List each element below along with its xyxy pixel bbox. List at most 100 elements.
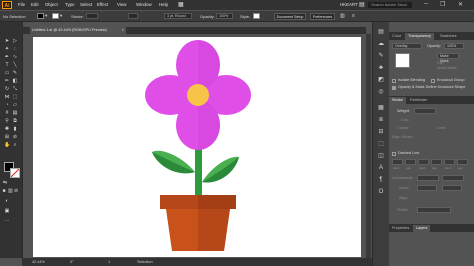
none-mode-icon[interactable]: ⊘ [14,188,18,194]
tab-layers[interactable]: Layers [413,225,431,232]
symbol-sprayer-icon[interactable]: ✺ [4,126,10,132]
lasso-icon[interactable]: ◌ [12,46,18,52]
graph-icon[interactable]: ▮ [12,126,18,132]
mesh-icon[interactable]: # [4,110,10,116]
menu-view[interactable]: View [117,2,126,7]
eraser-icon[interactable]: ◧ [12,78,18,84]
type-tool-icon[interactable]: T [4,62,10,68]
dashed-line-checkbox[interactable] [392,152,396,156]
gap-field-3[interactable] [457,159,468,165]
end-scale-field[interactable] [442,185,462,191]
stock-search-input[interactable]: Search Adobe Stock [368,2,412,8]
maximize-icon[interactable]: ❐ [440,1,445,8]
paintbrush-icon[interactable]: ✎ [12,70,18,76]
variable-width-dropdown[interactable] [128,13,138,19]
pen-tool-icon[interactable]: ✒ [4,54,10,60]
tab-color[interactable]: Color [389,33,404,40]
symbols-icon[interactable]: ♣ [376,64,386,72]
zoom-tool-icon[interactable]: ⌕ [12,142,18,148]
more-tools-icon[interactable]: ⋯ [4,218,10,224]
make-mask-button[interactable]: Make Mask [437,53,459,63]
menu-icon[interactable]: ≡ [352,13,355,19]
start-scale-field[interactable] [417,185,437,191]
end-arrowhead-dropdown[interactable] [442,175,464,181]
gradient-icon[interactable]: ▤ [12,110,18,116]
menu-window[interactable]: Window [136,2,152,7]
pathfinder-icon[interactable]: ◫ [376,152,386,160]
hand-tool-icon[interactable]: ✋ [4,142,10,148]
artboard-number[interactable]: 1 [108,260,110,264]
fill-swatch[interactable] [37,13,44,19]
width-tool-icon[interactable]: ⋈ [4,94,10,100]
opacity-mask-knockout-checkbox[interactable] [392,86,396,90]
menu-help[interactable]: Help [159,2,168,7]
tab-swatches[interactable]: Swatches [437,33,459,40]
curvature-icon[interactable]: ∿ [12,54,18,60]
weight-field[interactable] [414,108,436,114]
scale-icon[interactable]: ⤡ [12,86,18,92]
perspective-icon[interactable]: ▱ [12,102,18,108]
align-icon[interactable]: ▥ [340,13,345,19]
magic-wand-icon[interactable]: ✦ [4,46,10,52]
style-swatch[interactable] [253,13,260,19]
menu-object[interactable]: Object [45,2,58,7]
tab-pathfinder[interactable]: Pathfinder [407,97,430,104]
menu-file[interactable]: File [18,2,25,7]
gap-field-2[interactable] [431,159,442,165]
blend-icon[interactable]: ⧉ [12,118,18,124]
chevron-down-icon[interactable]: ▾ [60,13,62,19]
workspace-switcher[interactable]: HKEART [340,2,358,7]
vertical-scrollbar[interactable] [366,34,371,258]
stroke-weight-dropdown[interactable] [86,13,98,19]
artboard-tool-icon[interactable]: ⊞ [4,134,10,140]
menu-effect[interactable]: Effect [97,2,108,7]
gap-field-1[interactable] [405,159,416,165]
opentype-icon[interactable]: O [376,188,386,196]
close-tab-icon[interactable]: × [122,27,124,34]
align-panel-icon[interactable]: ⊟ [376,128,386,136]
screen-mode-icon[interactable]: ▣ [4,208,10,214]
opacity-field[interactable]: 100% [216,13,233,19]
selection-tool-icon[interactable]: ➤ [4,38,10,44]
dash-field-2[interactable] [418,159,429,165]
knockout-group-checkbox[interactable] [431,79,435,83]
swap-colors-icon[interactable]: ⇆ [2,180,8,186]
dash-field-1[interactable] [392,159,403,165]
line-tool-icon[interactable]: ╲ [12,62,18,68]
preferences-button[interactable]: Preferences [310,12,335,20]
rectangle-tool-icon[interactable]: ▭ [4,70,10,76]
start-arrowhead-dropdown[interactable] [417,175,439,181]
pencil-icon[interactable]: ✏ [4,78,10,84]
artboard[interactable] [33,37,361,257]
draw-mode-icon[interactable]: ◐ [4,198,10,204]
zoom-level[interactable]: 42.44% [32,260,45,264]
opacity-field[interactable]: 100% [444,43,464,49]
slice-icon[interactable]: ⊘ [12,134,18,140]
menu-type[interactable]: Type [65,2,75,7]
libraries-icon[interactable]: ☁ [376,40,386,48]
stroke-swatch[interactable] [52,13,59,19]
rotate-icon[interactable]: ↻ [4,86,10,92]
document-setup-button[interactable]: Document Setup [274,12,306,20]
tab-stroke[interactable]: Stroke [389,97,406,104]
character-icon[interactable]: A [376,164,386,172]
close-icon[interactable]: ✕ [458,1,463,8]
brushes-icon[interactable]: ✎ [376,52,386,60]
graphic-styles-icon[interactable]: ◩ [376,76,386,84]
gradient-mode-icon[interactable]: ▥ [8,188,13,194]
profile-dropdown[interactable] [417,207,451,213]
document-tab[interactable]: Untitled-1.ai @ 42.44% (RGB/GPU Preview)… [30,27,126,34]
eyedropper-icon[interactable]: ⚲ [4,118,10,124]
direct-selection-icon[interactable]: ▷ [12,38,18,44]
properties-icon[interactable]: ▤ [376,28,386,36]
blend-mode-dropdown[interactable]: Overlay [392,43,422,49]
free-transform-icon[interactable]: ⬚ [12,94,18,100]
color-guide-icon[interactable]: ▦ [376,104,386,112]
chevron-down-icon[interactable]: ▾ [45,13,47,19]
tab-properties[interactable]: Properties [389,225,412,232]
tab-transparency[interactable]: Transparency [405,33,435,40]
minimize-icon[interactable]: ─ [424,1,428,7]
arrange-icon[interactable]: ▤ [359,1,365,8]
image-trace-icon[interactable]: ⧈ [376,116,386,124]
stroke-color-box[interactable] [10,168,20,178]
